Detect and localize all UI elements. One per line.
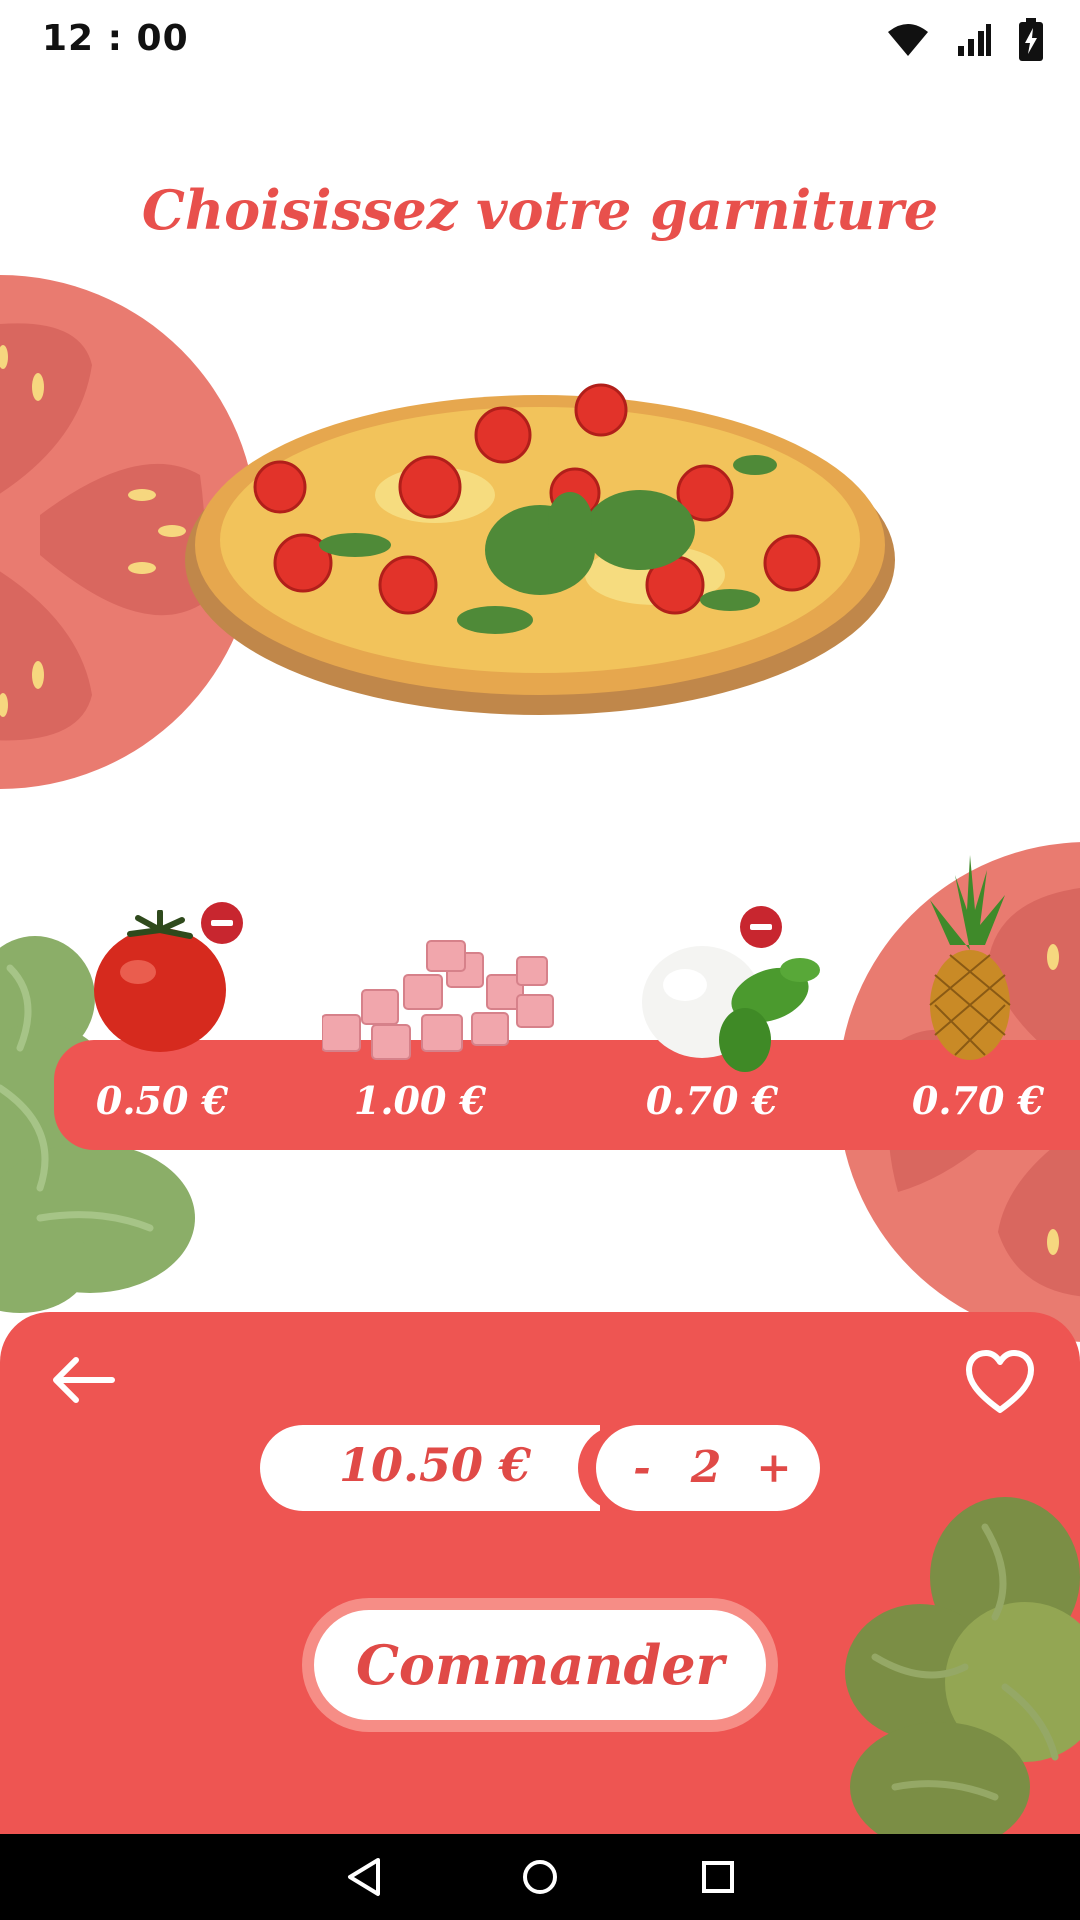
increase-quantity-button[interactable]: +: [744, 1435, 804, 1501]
spinach-leaf-decoration-bottom: [845, 1497, 1080, 1834]
ham-cubes-image[interactable]: [322, 935, 557, 1060]
mozzarella-image[interactable]: [640, 940, 830, 1075]
recents-square-icon[interactable]: [698, 1856, 738, 1898]
heart-icon[interactable]: [965, 1350, 1035, 1416]
battery-icon: [1019, 18, 1043, 61]
order-panel: [0, 1312, 1080, 1834]
total-price: 10.50 €: [338, 1438, 532, 1492]
remove-mozzarella-button[interactable]: [740, 906, 782, 948]
decrease-quantity-button[interactable]: -: [612, 1435, 672, 1501]
signal-icon: [958, 24, 991, 56]
status-bar: 12 : 00: [0, 0, 1080, 80]
quantity-value: 2: [690, 1442, 722, 1493]
remove-tomato-button[interactable]: [201, 902, 243, 944]
back-triangle-icon[interactable]: [344, 1856, 384, 1898]
order-button[interactable]: Commander: [314, 1610, 766, 1720]
pizza-image: [185, 383, 895, 715]
wifi-icon: [888, 24, 928, 56]
back-arrow-icon[interactable]: [50, 1350, 120, 1410]
system-nav-bar: [0, 1834, 1080, 1920]
mozzarella-price: 0.70 €: [645, 1078, 779, 1123]
status-time: 12 : 00: [42, 18, 189, 59]
pineapple-price: 0.70 €: [911, 1078, 1045, 1123]
ham-price: 1.00 €: [353, 1078, 487, 1123]
home-circle-icon[interactable]: [520, 1856, 560, 1898]
pineapple-image[interactable]: [925, 855, 1015, 1060]
page-title: Choisissez votre garniture: [141, 178, 939, 242]
status-icons: [886, 16, 1044, 64]
tomato-price: 0.50 €: [95, 1078, 229, 1123]
